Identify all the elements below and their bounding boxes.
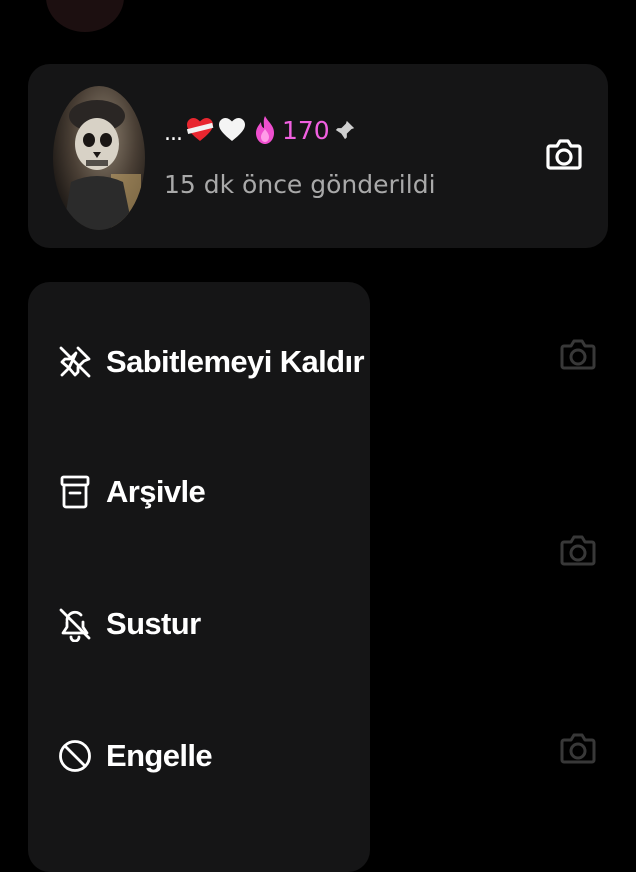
menu-item-label: Engelle [106, 738, 213, 773]
camera-icon [560, 535, 596, 566]
broken-heart-icon [186, 118, 214, 141]
white-heart-icon [218, 118, 245, 141]
fire-icon [255, 116, 274, 144]
avatar-image [63, 100, 141, 230]
chat-status-text: 15 dk önce gönderildi [164, 170, 436, 199]
menu-item-unpin[interactable]: Sabitlemeyi Kaldır [28, 322, 370, 402]
menu-item-archive[interactable]: Arşivle [28, 452, 370, 532]
pinned-chat-card[interactable]: ... 170 15 dk önce gönderildi [28, 64, 608, 248]
menu-item-block[interactable]: Engelle [28, 716, 370, 796]
camera-icon [560, 339, 596, 370]
menu-item-label: Sustur [106, 606, 201, 641]
menu-item-mute[interactable]: Sustur [28, 584, 370, 664]
contact-name: ... [164, 120, 183, 146]
chat-name-row: ... 170 [164, 110, 356, 150]
menu-item-label: Arşivle [106, 474, 206, 509]
archive-icon [56, 473, 94, 511]
chat-context-menu: Sabitlemeyi Kaldır Arşivle Sustur Engell… [28, 282, 370, 872]
avatar[interactable] [53, 86, 145, 230]
camera-icon [560, 733, 596, 764]
camera-icon[interactable] [542, 132, 586, 176]
block-icon [56, 737, 94, 775]
mute-bell-icon [56, 605, 94, 643]
pin-icon [335, 120, 354, 140]
unpin-icon [56, 343, 94, 381]
background-avatar [46, 0, 124, 32]
streak-count: 170 [281, 115, 330, 145]
menu-item-label: Sabitlemeyi Kaldır [106, 344, 365, 379]
